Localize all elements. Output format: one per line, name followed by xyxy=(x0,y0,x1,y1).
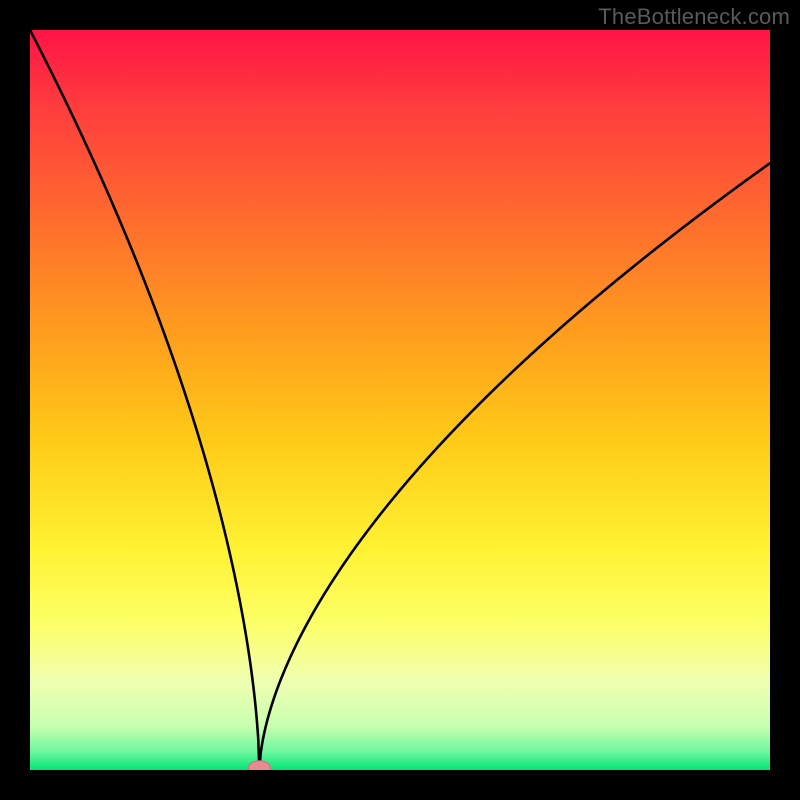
gradient-background xyxy=(30,30,770,770)
plot-area xyxy=(30,30,770,770)
watermark-text: TheBottleneck.com xyxy=(598,4,790,30)
chart-frame: TheBottleneck.com xyxy=(0,0,800,800)
plot-svg xyxy=(30,30,770,770)
